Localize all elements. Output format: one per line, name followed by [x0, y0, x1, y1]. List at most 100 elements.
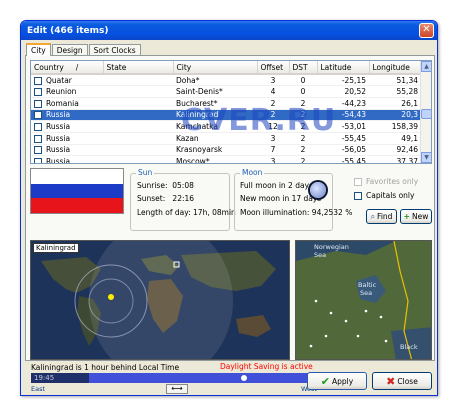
timezone-slider-fill — [89, 373, 321, 383]
scroll-thumb[interactable] — [421, 109, 431, 119]
capitals-only-checkbox[interactable]: Capitals only — [354, 191, 414, 200]
cell-state — [103, 155, 173, 163]
map-city-label: Kaliningrad — [33, 243, 79, 253]
row-checkbox[interactable] — [34, 146, 42, 155]
cell-country: Russia — [31, 155, 103, 163]
title-bar: Edit (466 items) ✕ — [21, 21, 437, 40]
row-checkbox[interactable] — [34, 158, 42, 163]
timezone-slider-knob[interactable] — [241, 375, 247, 381]
time-difference-text: Kaliningrad is 1 hour behind Local Time — [31, 363, 180, 372]
cell-longitude: 37,37 — [369, 155, 421, 163]
cell-longitude: 20,3 — [369, 109, 421, 122]
cell-country: Russia — [31, 132, 103, 145]
check-icon: ✔ — [320, 374, 331, 388]
table-row[interactable]: Reunion Saint-Denis* 4 0 20,52 55,28 — [31, 85, 421, 98]
map-label-black: Black — [400, 343, 418, 351]
new-moon-text: New moon in 17 days — [240, 194, 322, 203]
flag-stripe-white — [31, 169, 123, 184]
city-panel: Country / State City Offset DST Latitude… — [25, 55, 435, 361]
sunrise-value: 05:08 — [172, 181, 194, 190]
cell-country: Quatar — [31, 74, 103, 87]
close-window-button[interactable]: ✕ — [419, 23, 434, 38]
table-header: Country / State City Offset DST Latitude… — [31, 61, 422, 75]
map-label-norwegian: Norwegian — [314, 243, 349, 251]
col-latitude[interactable]: Latitude — [317, 61, 370, 75]
full-moon-text: Full moon in 2 days — [240, 181, 313, 190]
swap-direction-button[interactable]: ⟷ — [166, 384, 188, 394]
window-title: Edit (466 items) — [27, 25, 109, 36]
table-row[interactable]: Russia Krasnoyarsk 7 2 -56,05 92,46 — [31, 144, 421, 157]
world-map-image — [31, 241, 289, 359]
cell-dst: 2 — [289, 155, 317, 163]
row-checkbox[interactable] — [34, 134, 42, 143]
map-label-baltic: Baltic — [358, 281, 377, 289]
cell-longitude: 51,34 — [369, 74, 421, 87]
apply-button[interactable]: ✔ Apply — [307, 372, 367, 390]
cell-dst: 0 — [289, 85, 317, 98]
sort-indicator: / — [75, 62, 79, 72]
sunset-value: 22:16 — [172, 194, 195, 203]
close-button[interactable]: ✖ Close — [372, 372, 432, 390]
checkbox-icon — [354, 192, 362, 200]
country-flag — [30, 168, 124, 214]
row-checkbox[interactable] — [34, 111, 42, 120]
cell-dst: 0 — [289, 74, 317, 87]
tab-city[interactable]: City — [26, 43, 51, 56]
cell-city: Saint-Denis* — [173, 85, 257, 98]
cell-longitude: 55,28 — [369, 85, 421, 98]
cell-latitude: -55,45 — [317, 155, 369, 163]
cell-city: Moscow* — [173, 155, 257, 163]
row-checkbox[interactable] — [34, 99, 42, 108]
zoom-map[interactable]: Norwegian Sea Baltic Sea Black — [295, 240, 432, 360]
cell-state — [103, 97, 173, 110]
close-icon: ✖ — [386, 374, 396, 388]
sunrise-label: Sunrise: — [137, 181, 168, 190]
cell-state — [103, 120, 173, 133]
col-country[interactable]: Country / — [31, 61, 104, 75]
table-scrollbar[interactable]: ▲ ▼ — [420, 61, 431, 163]
table-row[interactable]: Russia Moscow* 3 2 -55,45 37,37 — [31, 155, 421, 163]
row-checkbox[interactable] — [34, 123, 42, 132]
cell-state — [103, 132, 173, 145]
cell-state — [103, 74, 173, 87]
scroll-up-icon[interactable]: ▲ — [421, 61, 431, 72]
row-checkbox[interactable] — [34, 76, 42, 85]
moon-title: Moon — [240, 168, 265, 177]
map-label-sea: Sea — [314, 251, 327, 259]
favorites-only-checkbox[interactable]: Favorites only — [354, 177, 418, 186]
cell-offset: 3 — [257, 155, 289, 163]
col-offset[interactable]: Offset — [257, 61, 290, 75]
sun-group: Sun Sunrise: 05:08 Sunset: 22:16 Length … — [130, 168, 236, 231]
col-city[interactable]: City — [173, 61, 258, 75]
scroll-down-icon[interactable]: ▼ — [421, 152, 431, 163]
cell-country: Russia — [31, 120, 103, 133]
sun-title: Sun — [136, 168, 155, 177]
col-dst[interactable]: DST — [289, 61, 318, 75]
cell-latitude: -56,05 — [317, 144, 369, 157]
row-checkbox[interactable] — [34, 88, 42, 97]
find-button[interactable]: ⌕ Find — [366, 209, 397, 224]
cell-country: Russia — [31, 144, 103, 157]
day-length: Length of day: 17h, 08min — [137, 208, 236, 217]
world-map[interactable]: Kaliningrad — [30, 240, 290, 360]
cell-state — [103, 144, 173, 157]
cell-latitude: 20,52 — [317, 85, 369, 98]
sunset-label: Sunset: — [137, 194, 166, 203]
moon-phase-icon — [310, 182, 326, 198]
watermark: CVER.RU — [181, 103, 337, 138]
checkbox-icon — [354, 178, 362, 186]
cell-offset: 7 — [257, 144, 289, 157]
cell-longitude: 158,39 — [369, 120, 421, 133]
table-row[interactable]: Quatar Doha* 3 0 -25,15 51,34 — [31, 74, 421, 87]
timezone-slider[interactable]: 19:45 — [31, 373, 321, 383]
new-button[interactable]: + New — [400, 209, 432, 224]
cell-longitude: 92,46 — [369, 144, 421, 157]
moon-illumination: Moon illumination: 94,2532 % — [240, 208, 353, 217]
cell-country: Reunion — [31, 85, 103, 98]
cell-offset: 4 — [257, 85, 289, 98]
map-label-baltic-sea: Sea — [360, 289, 373, 297]
col-state[interactable]: State — [103, 61, 174, 75]
search-icon: ⌕ — [370, 211, 376, 221]
col-longitude[interactable]: Longitude — [369, 61, 422, 75]
cell-longitude: 49,1 — [369, 132, 421, 145]
